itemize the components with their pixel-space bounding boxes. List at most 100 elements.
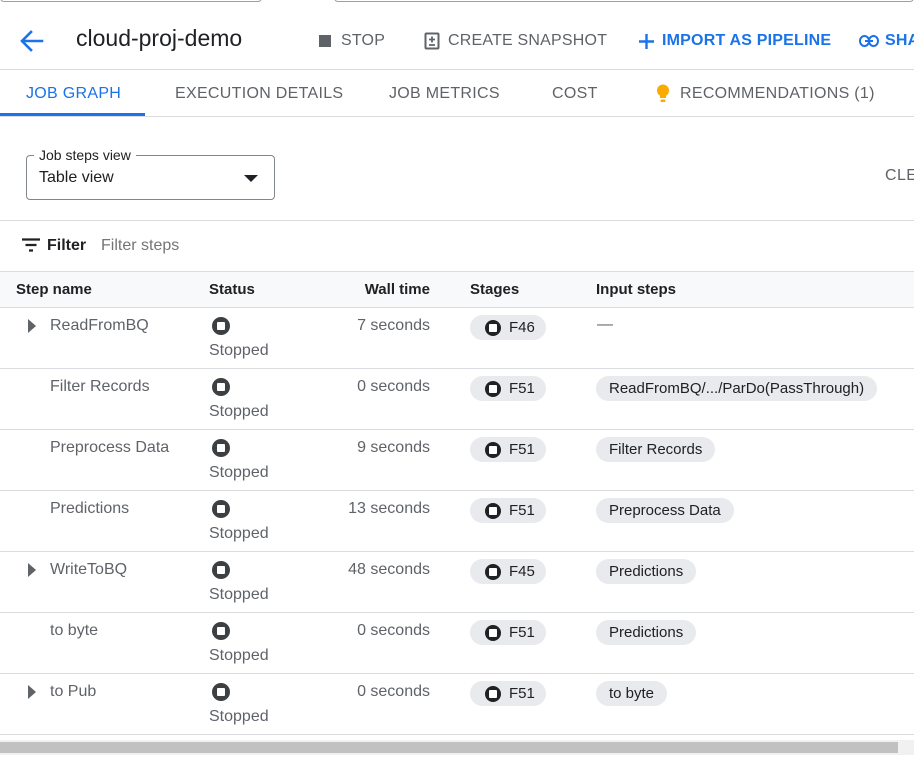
input-step-chip[interactable]: ReadFromBQ/.../ParDo(PassThrough) bbox=[596, 376, 878, 401]
tab-label: RECOMMENDATIONS (1) bbox=[680, 84, 875, 102]
stage-label: F51 bbox=[509, 685, 535, 702]
tab-job-metrics[interactable]: JOB METRICS bbox=[389, 71, 500, 116]
input-step-chip[interactable]: Predictions bbox=[596, 620, 697, 645]
status-text: Stopped bbox=[209, 464, 269, 481]
stage-label: F46 bbox=[509, 319, 535, 336]
table-row[interactable]: to byte Stopped 0 seconds F51 Predictions bbox=[0, 613, 914, 674]
job-tabs: JOB GRAPH EXECUTION DETAILS JOB METRICS … bbox=[0, 71, 914, 117]
stage-label: F51 bbox=[509, 624, 535, 641]
step-name[interactable]: to byte bbox=[50, 622, 98, 640]
step-name[interactable]: Preprocess Data bbox=[50, 439, 169, 457]
input-step-chip[interactable]: Preprocess Data bbox=[596, 498, 734, 523]
back-arrow-icon[interactable] bbox=[16, 26, 46, 56]
step-name[interactable]: WriteToBQ bbox=[50, 561, 127, 579]
dropdown-arrow-icon bbox=[244, 175, 258, 182]
status-text: Stopped bbox=[209, 647, 269, 664]
table-row[interactable]: Preprocess Data Stopped 9 seconds F51 Filter… bbox=[0, 430, 914, 491]
clear-button[interactable]: CLE bbox=[885, 167, 914, 185]
stage-chip[interactable]: F51 bbox=[470, 437, 546, 462]
import-as-pipeline-button[interactable]: IMPORT AS PIPELINE bbox=[637, 29, 831, 53]
wall-time: 48 seconds bbox=[348, 561, 430, 578]
stopped-stage-icon bbox=[485, 563, 501, 580]
step-name[interactable]: ReadFromBQ bbox=[50, 317, 149, 335]
step-name[interactable]: to Pub bbox=[50, 683, 96, 701]
job-title: cloud-proj-demo bbox=[76, 25, 243, 51]
create-snapshot-label: CREATE SNAPSHOT bbox=[448, 32, 608, 49]
stage-chip[interactable]: F51 bbox=[470, 620, 546, 645]
snapshot-icon bbox=[424, 31, 440, 51]
tab-execution-details[interactable]: EXECUTION DETAILS bbox=[175, 71, 343, 116]
input-step-chip[interactable]: Filter Records bbox=[596, 437, 716, 462]
stopped-status-icon bbox=[212, 317, 230, 335]
status-text: Stopped bbox=[209, 403, 269, 420]
table-header-row: Step name Status Wall time Stages Input … bbox=[0, 271, 914, 308]
horizontal-scrollbar[interactable] bbox=[0, 742, 898, 753]
wall-time: 0 seconds bbox=[357, 378, 430, 395]
column-header-input-steps[interactable]: Input steps bbox=[596, 281, 676, 298]
tab-recommendations[interactable]: RECOMMENDATIONS (1) bbox=[656, 71, 875, 116]
expand-arrow-icon[interactable] bbox=[28, 319, 36, 333]
status-text: Stopped bbox=[209, 708, 269, 725]
tab-cost[interactable]: COST bbox=[552, 71, 598, 116]
table-row[interactable]: Filter Records Stopped 0 seconds F51 ReadFro… bbox=[0, 369, 914, 430]
table-row[interactable]: Predictions Stopped 13 seconds F51 Preproces… bbox=[0, 491, 914, 552]
stage-chip[interactable]: F51 bbox=[470, 376, 546, 401]
filter-steps-input[interactable] bbox=[101, 237, 501, 255]
stopped-status-icon bbox=[212, 683, 230, 701]
stopped-stage-icon bbox=[485, 441, 501, 458]
status-text: Stopped bbox=[209, 586, 269, 603]
column-header-status[interactable]: Status bbox=[209, 281, 255, 298]
stage-chip[interactable]: F46 bbox=[470, 315, 546, 340]
column-header-wall-time[interactable]: Wall time bbox=[365, 281, 430, 298]
active-tab-indicator bbox=[0, 113, 145, 116]
stopped-stage-icon bbox=[485, 624, 501, 641]
stopped-status-icon bbox=[212, 561, 230, 579]
step-name[interactable]: Filter Records bbox=[50, 378, 150, 396]
stop-label: STOP bbox=[341, 32, 386, 49]
stopped-stage-icon bbox=[485, 380, 501, 397]
stage-chip[interactable]: F45 bbox=[470, 559, 546, 584]
input-step-empty: — bbox=[597, 316, 613, 333]
wall-time: 0 seconds bbox=[357, 622, 430, 639]
status-text: Stopped bbox=[209, 525, 269, 542]
stop-button[interactable]: STOP bbox=[318, 29, 385, 53]
share-button[interactable]: SHA bbox=[859, 29, 914, 53]
stage-label: F51 bbox=[509, 441, 535, 458]
browser-tab-fragment bbox=[0, 0, 262, 2]
column-header-stages[interactable]: Stages bbox=[470, 281, 519, 298]
stage-chip[interactable]: F51 bbox=[470, 498, 546, 523]
wall-time: 9 seconds bbox=[357, 439, 430, 456]
stopped-status-icon bbox=[212, 378, 230, 396]
table-row[interactable]: to Pub Stopped 0 seconds F51 to byte bbox=[0, 674, 914, 735]
stopped-stage-icon bbox=[485, 502, 501, 519]
stopped-status-icon bbox=[212, 439, 230, 457]
job-steps-view-label: Job steps view bbox=[34, 147, 136, 163]
import-as-pipeline-label: IMPORT AS PIPELINE bbox=[662, 32, 832, 49]
create-snapshot-button[interactable]: CREATE SNAPSHOT bbox=[424, 29, 607, 53]
stage-chip[interactable]: F51 bbox=[470, 681, 546, 706]
browser-tab-fragment bbox=[334, 0, 914, 2]
stopped-status-icon bbox=[212, 622, 230, 640]
filter-icon[interactable] bbox=[22, 238, 40, 252]
table-row[interactable]: ReadFromBQ Stopped 7 seconds F46 — bbox=[0, 308, 914, 369]
expand-arrow-icon[interactable] bbox=[28, 685, 36, 699]
table-row[interactable]: WriteToBQ Stopped 48 seconds F45 Predictions bbox=[0, 552, 914, 613]
stage-label: F51 bbox=[509, 502, 535, 519]
tab-label: COST bbox=[552, 84, 598, 102]
job-header: cloud-proj-demo STOP CREATE SNAPSHOT IMP… bbox=[0, 10, 914, 70]
tab-job-graph[interactable]: JOB GRAPH bbox=[26, 71, 121, 116]
wall-time: 13 seconds bbox=[348, 500, 430, 517]
stop-icon bbox=[318, 31, 332, 51]
expand-arrow-icon[interactable] bbox=[28, 563, 36, 577]
step-name[interactable]: Predictions bbox=[50, 500, 129, 518]
stopped-status-icon bbox=[212, 500, 230, 518]
job-steps-view-select[interactable]: Job steps view Table view bbox=[26, 147, 275, 200]
job-steps-view-value: Table view bbox=[39, 169, 114, 186]
tab-label: JOB METRICS bbox=[389, 84, 500, 102]
plus-icon bbox=[637, 31, 655, 51]
wall-time: 7 seconds bbox=[357, 317, 430, 334]
column-header-step-name[interactable]: Step name bbox=[16, 281, 92, 298]
stopped-stage-icon bbox=[485, 685, 501, 702]
input-step-chip[interactable]: Predictions bbox=[596, 559, 697, 584]
input-step-chip[interactable]: to byte bbox=[596, 681, 668, 706]
